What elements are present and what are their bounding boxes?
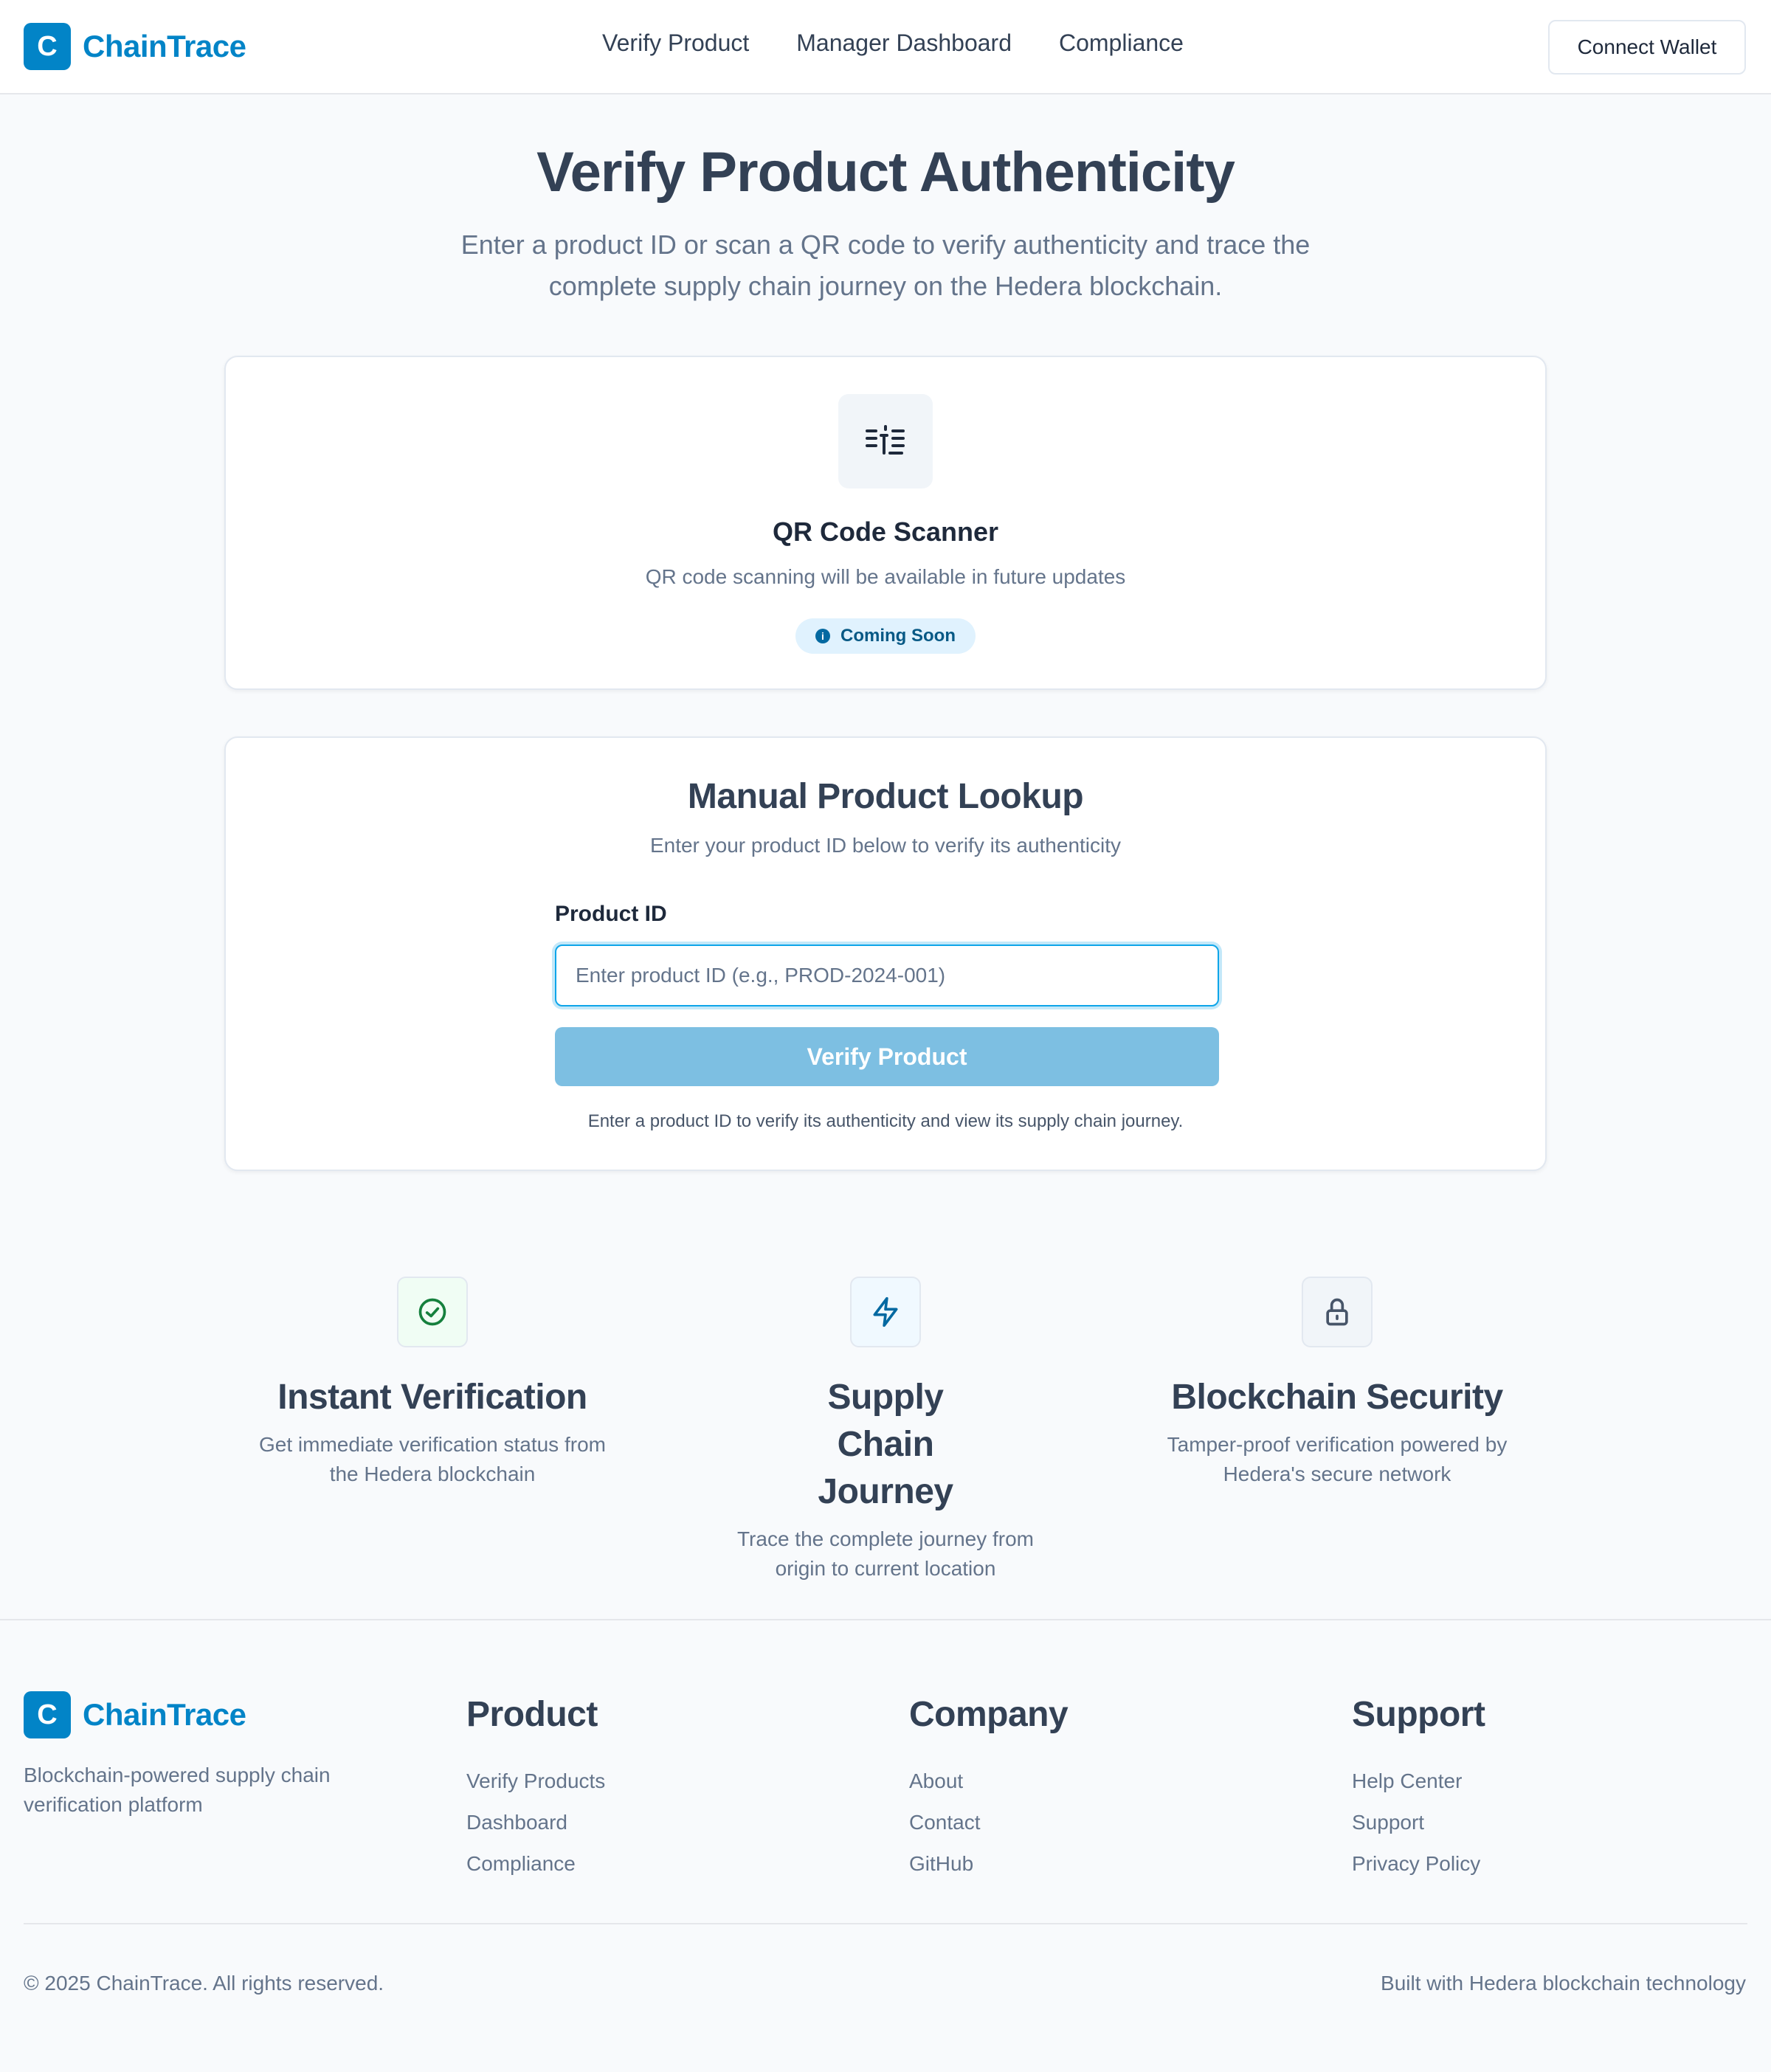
feature-description: Tamper-proof verification powered by Hed… xyxy=(1167,1433,1508,1485)
qr-card-description: QR code scanning will be available in fu… xyxy=(645,565,1126,588)
copyright: © 2025 ChainTrace. All rights reserved. xyxy=(24,1972,384,1995)
footer-link[interactable]: Privacy Policy xyxy=(1352,1843,1485,1885)
coming-soon-badge: i Coming Soon xyxy=(795,618,976,654)
nav-verify-product[interactable]: Verify Product xyxy=(602,30,749,57)
check-circle-icon xyxy=(397,1277,468,1347)
lightning-icon xyxy=(850,1277,921,1347)
footer-logo[interactable]: C ChainTrace xyxy=(24,1691,246,1738)
footer-link[interactable]: Help Center xyxy=(1352,1761,1485,1802)
footer-divider xyxy=(24,1923,1747,1924)
lock-icon xyxy=(1302,1277,1373,1347)
nav-manager-dashboard[interactable]: Manager Dashboard xyxy=(796,30,1012,57)
feature-instant-verification: Instant Verification Get immediate verif… xyxy=(248,1277,617,1489)
nav-compliance[interactable]: Compliance xyxy=(1059,30,1184,57)
top-navbar: C ChainTrace Verify Product Manager Dash… xyxy=(0,0,1771,94)
lookup-hint: Enter a product ID to verify its authent… xyxy=(587,1111,1184,1131)
feature-title: Blockchain Security xyxy=(1171,1378,1503,1417)
footer-link[interactable]: GitHub xyxy=(909,1843,1068,1885)
qr-scanner-card: QR Code Scanner QR code scanning will be… xyxy=(224,356,1547,690)
lookup-title: Manual Product Lookup xyxy=(687,777,1084,816)
footer-link[interactable]: Dashboard xyxy=(466,1802,605,1843)
feature-title: Instant Verification xyxy=(277,1378,587,1417)
product-id-input[interactable] xyxy=(555,945,1219,1006)
feature-description: Get immediate verification status from t… xyxy=(259,1433,606,1485)
footer-description: Blockchain-powered supply chain verifica… xyxy=(24,1764,331,1816)
main-nav: Verify Product Manager Dashboard Complia… xyxy=(0,30,1771,57)
footer-link[interactable]: About xyxy=(909,1761,1068,1802)
footer-column-title: Company xyxy=(909,1695,1069,1734)
qr-scanner-icon xyxy=(838,394,933,488)
footer-column-product: Product Verify Products Dashboard Compli… xyxy=(466,1691,605,1885)
info-icon: i xyxy=(815,629,830,643)
footer-link[interactable]: Verify Products xyxy=(466,1761,605,1802)
feature-supply-chain-journey: Supply Chain Journey Trace the complete … xyxy=(701,1277,1070,1584)
brand-name: ChainTrace xyxy=(83,1697,246,1732)
feature-blockchain-security: Blockchain Security Tamper-proof verific… xyxy=(1153,1277,1522,1489)
qr-card-title: QR Code Scanner xyxy=(772,517,999,547)
footer-column-company: Company About Contact GitHub xyxy=(909,1691,1069,1885)
badge-label: Coming Soon xyxy=(840,626,956,646)
logo-mark: C xyxy=(24,1691,71,1738)
page-title: Verify Product Authenticity xyxy=(536,141,1235,204)
manual-lookup-card: Manual Product Lookup Enter your product… xyxy=(224,736,1547,1171)
page-subtitle: Enter a product ID or scan a QR code to … xyxy=(460,229,1311,301)
footer-column-title: Product xyxy=(466,1695,598,1734)
connect-wallet-button[interactable]: Connect Wallet xyxy=(1548,20,1746,75)
footer-link[interactable]: Compliance xyxy=(466,1843,605,1885)
footer-link[interactable]: Contact xyxy=(909,1802,1068,1843)
footer-column-support: Support Help Center Support Privacy Poli… xyxy=(1352,1691,1485,1885)
product-id-label: Product ID xyxy=(555,902,667,926)
footer-link[interactable]: Support xyxy=(1352,1802,1485,1843)
lookup-description: Enter your product ID below to verify it… xyxy=(649,834,1122,857)
built-with-note: Built with Hedera blockchain technology xyxy=(1381,1972,1746,1995)
footer-column-title: Support xyxy=(1352,1695,1485,1734)
feature-title: Supply Chain Journey xyxy=(818,1378,953,1511)
verify-product-button[interactable]: Verify Product xyxy=(555,1027,1219,1086)
feature-description: Trace the complete journey from origin t… xyxy=(736,1527,1035,1580)
site-footer: C ChainTrace Blockchain-powered supply c… xyxy=(0,1619,1771,2072)
